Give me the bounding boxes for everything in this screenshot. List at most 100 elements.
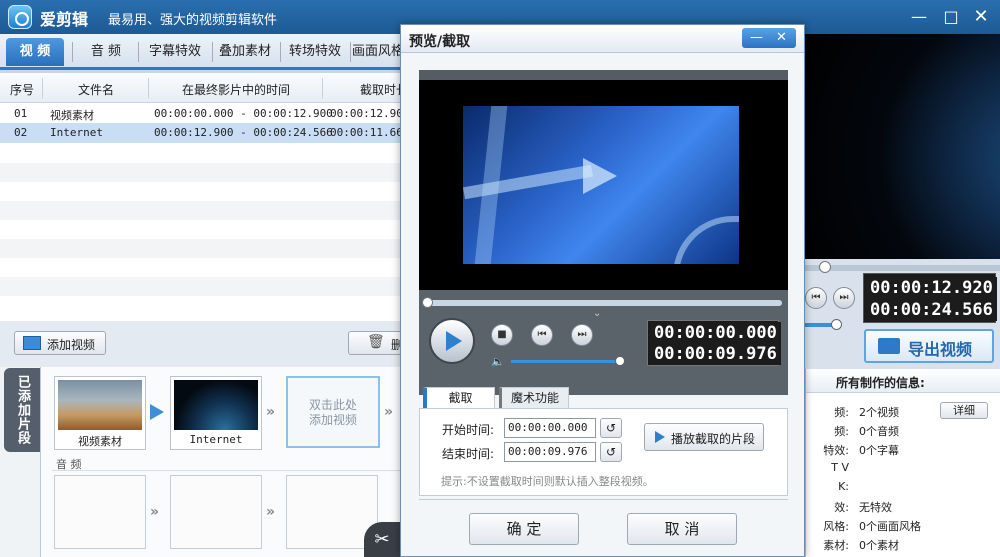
cell-no: 01	[14, 107, 28, 120]
dialog-close-icon[interactable]: ✕	[776, 28, 787, 48]
volume-icon: 🔈	[491, 355, 505, 368]
preview-cut-dialog: 预览/截取 — ✕ ⌄ ■ ⏮ ⏭ 🔈 00:00:00.000 00:00:0…	[400, 24, 805, 557]
play-segment-icon	[655, 431, 665, 443]
audio-slot[interactable]	[170, 475, 262, 549]
info-row: 素材: 0个素材	[823, 539, 899, 552]
next-frame-icon[interactable]: ⏭	[571, 324, 593, 346]
close-icon[interactable]: ✕	[970, 6, 992, 28]
main-volume-handle[interactable]	[831, 319, 842, 330]
start-time-field[interactable]: 00:00:00.000	[504, 418, 596, 438]
next-icon[interactable]: ⏭	[833, 287, 855, 309]
dialog-title: 预览/截取	[409, 34, 471, 50]
chevrons-right-icon: »	[384, 404, 394, 420]
dialog-time-display: 00:00:00.000 00:00:09.976	[647, 320, 781, 366]
volume-handle[interactable]	[615, 356, 625, 366]
cell-filename: Internet	[50, 126, 103, 139]
info-title: 所有制作的信息:	[836, 376, 925, 390]
info-row: 风格: 0个画面风格	[823, 520, 921, 533]
list-header: 序号 文件名 在最终影片中的时间 截取时长	[0, 73, 408, 103]
tab-cut[interactable]: 截取	[423, 387, 495, 409]
add-video-label: 添加视频	[47, 338, 96, 352]
main-time-current: 00:00:12.920	[866, 277, 997, 299]
col-header-no: 序号	[10, 83, 35, 97]
audio-slot[interactable]	[54, 475, 146, 549]
info-row: T V	[831, 461, 849, 474]
play-segment-button[interactable]: 播放截取的片段	[644, 423, 764, 451]
trash-icon: 🗑	[367, 334, 385, 350]
clip-list: 序号 文件名 在最终影片中的时间 截取时长 01 视频素材 00:00:00.0…	[0, 73, 409, 321]
cell-range: 00:00:00.000 - 00:00:12.900	[154, 107, 333, 120]
arrow-right-icon	[150, 404, 164, 420]
previous-frame-icon[interactable]: ⏮	[531, 324, 553, 346]
col-divider	[42, 78, 43, 98]
play-button[interactable]	[429, 318, 475, 364]
chevron-down-icon: ⌄	[593, 308, 602, 319]
stop-icon[interactable]: ■	[491, 324, 513, 346]
add-video-button[interactable]: 添加视频	[14, 331, 106, 355]
end-time-label: 结束时间:	[442, 447, 495, 461]
table-row[interactable]: 02 Internet 00:00:12.900 - 00:00:24.566 …	[0, 123, 409, 143]
minimize-icon[interactable]: —	[908, 6, 930, 28]
col-divider	[148, 78, 149, 98]
dialog-time-current: 00:00:00.000	[650, 322, 781, 344]
table-row[interactable]: 01 视频素材 00:00:00.000 - 00:00:12.900 00:0…	[0, 104, 409, 124]
tab-divider	[350, 42, 351, 62]
tab-magic[interactable]: 魔术功能	[499, 387, 569, 409]
clip-toolbar: 添加视频 🗑 删	[0, 321, 408, 367]
pick-start-time-icon[interactable]: ↺	[600, 418, 622, 438]
play-segment-label: 播放截取的片段	[671, 432, 756, 446]
video-arrow-shape	[583, 158, 617, 194]
main-preview-video	[805, 34, 1000, 259]
volume-bar[interactable]	[511, 360, 621, 363]
main-progress-track[interactable]	[805, 265, 1000, 271]
main-tab-bar: 视 频 音 频 字幕特效 叠加素材 转场特效 画面风格	[0, 34, 404, 70]
dialog-minimize-icon[interactable]: —	[750, 28, 763, 48]
app-slogan: 最易用、强大的视频剪辑软件	[108, 13, 278, 28]
info-row: 特效: 0个字幕	[823, 444, 899, 457]
film-icon	[23, 336, 41, 350]
empty-row	[0, 201, 400, 220]
dialog-time-total: 00:00:09.976	[650, 343, 781, 365]
previous-icon[interactable]: ⏮	[805, 287, 827, 309]
cell-duration: 00:00:11.666	[330, 126, 410, 139]
dialog-window-controls: — ✕	[742, 28, 796, 48]
scissors-icon[interactable]: ✂	[364, 522, 400, 557]
info-row: K:	[838, 480, 849, 493]
dialog-progress-track[interactable]	[425, 300, 782, 306]
cell-duration: 00:00:12.900	[330, 107, 410, 120]
col-divider	[322, 78, 323, 98]
audio-divider	[52, 470, 400, 471]
app-title: 爱剪辑	[40, 10, 89, 29]
dialog-progress-handle[interactable]	[422, 297, 433, 308]
delete-button[interactable]: 🗑 删	[348, 331, 408, 355]
info-row: 效: 无特效	[834, 501, 892, 514]
export-video-button[interactable]: 导出视频	[864, 329, 994, 363]
empty-row	[0, 163, 400, 182]
end-time-field[interactable]: 00:00:09.976	[504, 442, 596, 462]
tab-divider	[138, 42, 139, 62]
dialog-title-bar: 预览/截取 — ✕	[401, 25, 804, 53]
tab-divider	[280, 42, 281, 62]
pick-end-time-icon[interactable]: ↺	[600, 442, 622, 462]
app-logo-icon	[8, 5, 32, 29]
maximize-icon[interactable]: □	[940, 6, 962, 28]
timeline-clip[interactable]: Internet	[170, 376, 262, 450]
ok-button[interactable]: 确 定	[469, 513, 579, 545]
timeline-clip[interactable]: 视频素材	[54, 376, 146, 450]
tab-subtitle-effects[interactable]: 字幕特效	[142, 38, 208, 66]
add-video-placeholder[interactable]: 双击此处 添加视频	[286, 376, 380, 448]
info-row: 频: 2个视频	[834, 406, 899, 419]
empty-row	[0, 277, 400, 296]
clip-thumbnail	[174, 380, 258, 430]
main-progress-handle[interactable]	[819, 261, 831, 273]
tab-video[interactable]: 视 频	[6, 38, 64, 66]
added-clips-tab[interactable]: 已添加片段	[4, 368, 40, 452]
empty-row	[0, 239, 400, 258]
tab-transition-effects[interactable]: 转场特效	[282, 38, 348, 66]
cancel-button[interactable]: 取 消	[627, 513, 737, 545]
col-header-filename: 文件名	[78, 83, 115, 97]
main-time-total: 00:00:24.566	[866, 299, 997, 321]
video-frame-image	[463, 106, 739, 264]
tab-overlay-material[interactable]: 叠加素材	[212, 38, 278, 66]
tab-audio[interactable]: 音 频	[78, 38, 134, 66]
